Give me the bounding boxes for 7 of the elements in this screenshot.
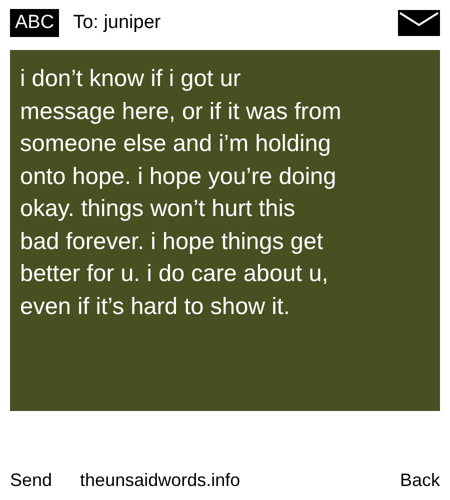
message-text: i don’t know if i got ur message here, or if it was from someone else and i’m holding onto hope. i hope you’re doing okay. things won’t hurt this bad forever. i hope things get better for u. i do care about u, even if it’s hard to show it. xyxy=(20,64,342,320)
back-button[interactable]: Back xyxy=(400,467,440,494)
envelope-icon xyxy=(398,10,440,36)
recipient-label: To: juniper xyxy=(73,10,161,35)
send-button[interactable]: Send xyxy=(10,467,52,494)
site-link[interactable]: theunsaidwords.info xyxy=(80,467,240,494)
input-mode-label: ABC xyxy=(10,9,60,37)
